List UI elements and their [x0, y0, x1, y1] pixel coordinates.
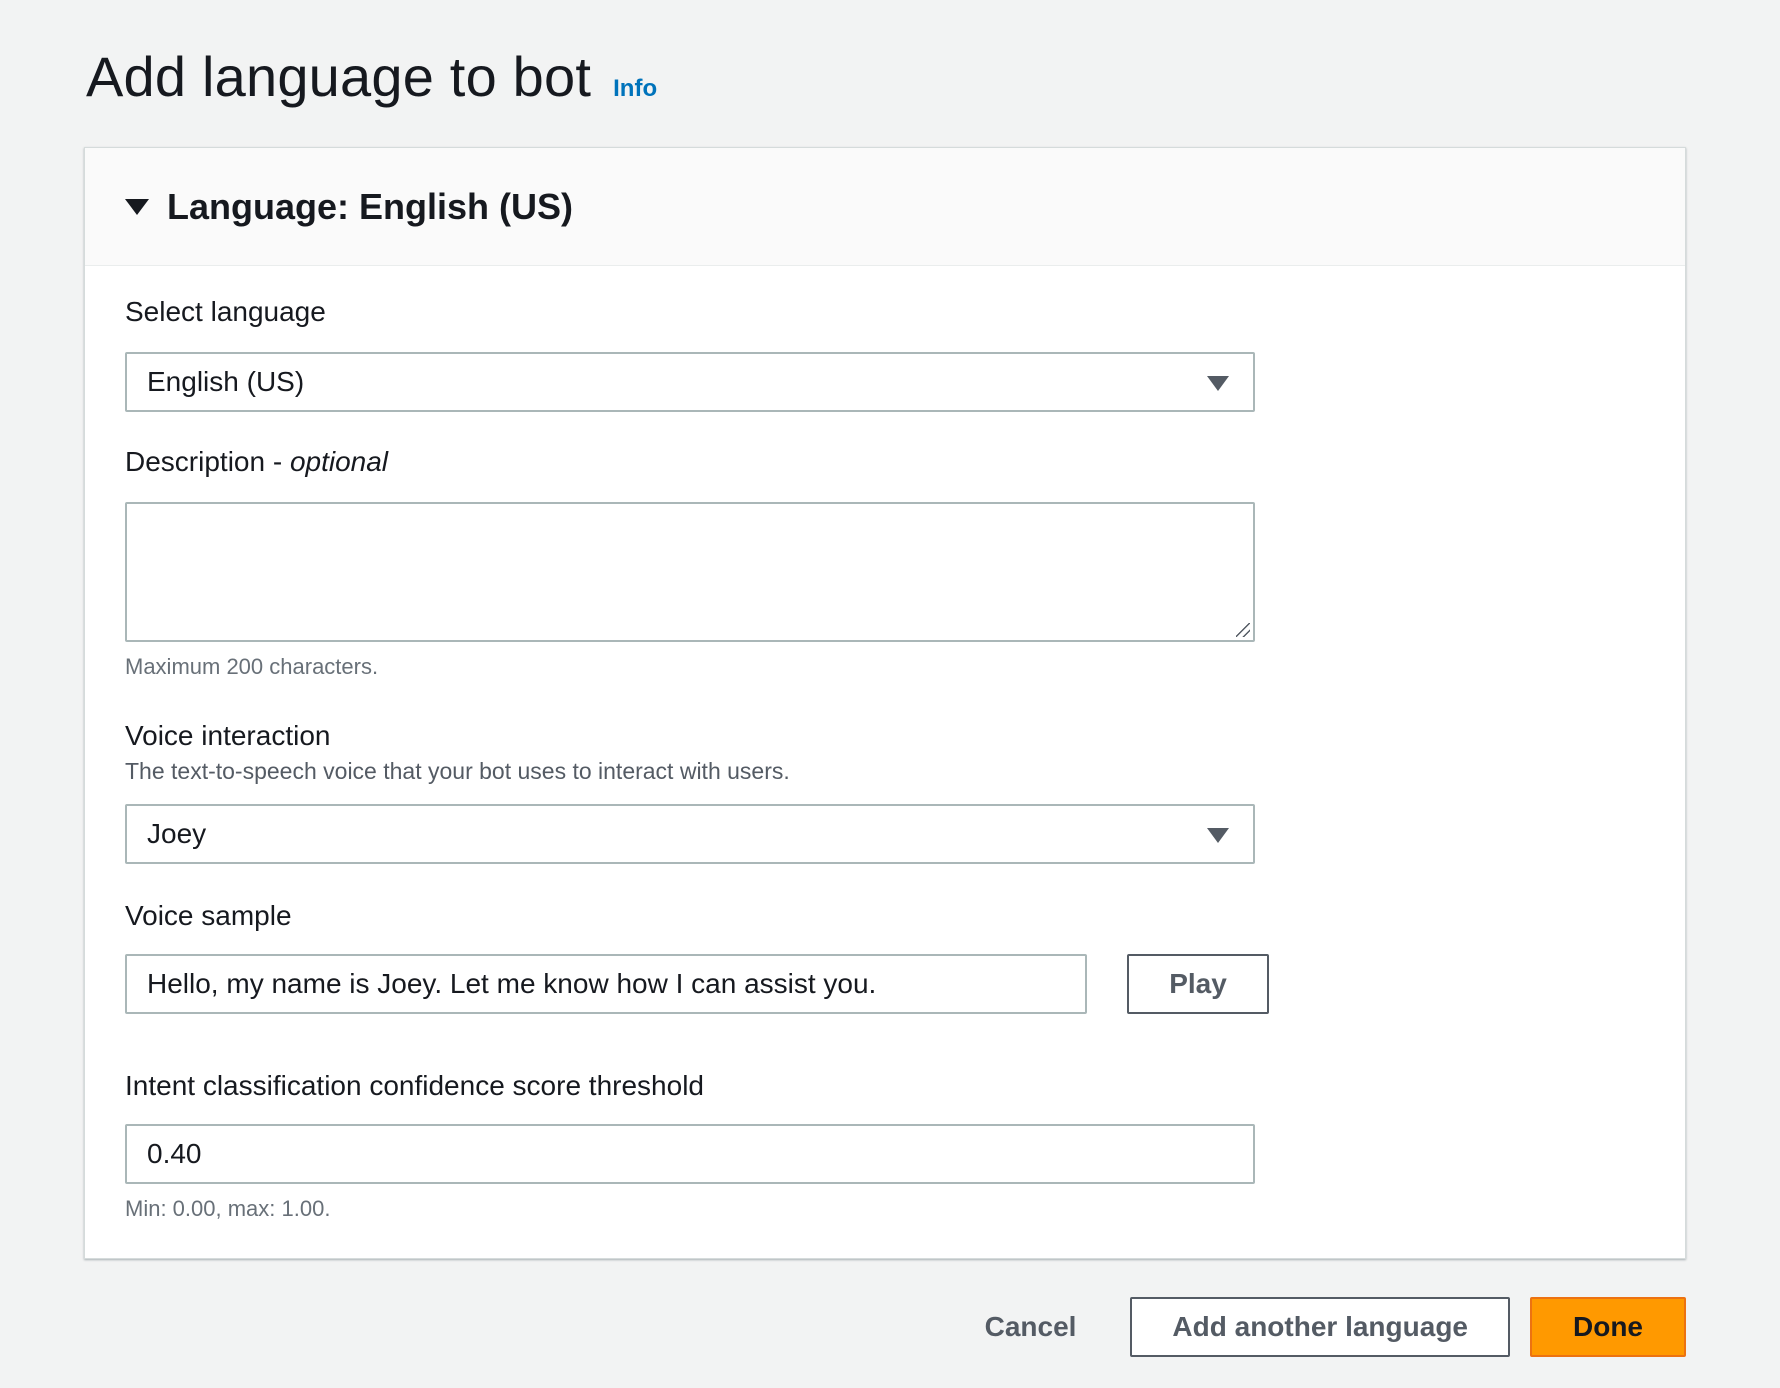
done-button[interactable]: Done: [1530, 1297, 1686, 1357]
select-language-label: Select language: [125, 296, 326, 327]
chevron-down-icon: [1207, 376, 1229, 391]
language-select-value: English (US): [147, 366, 305, 397]
voice-sample-label: Voice sample: [125, 900, 292, 931]
caret-down-icon: [125, 198, 149, 215]
description-label-text: Description -: [125, 446, 290, 477]
footer-actions: Cancel Add another language Done: [943, 1297, 1686, 1357]
voice-interaction-label: Voice interaction: [125, 720, 331, 751]
language-panel: Language: English (US) Select language E…: [84, 147, 1686, 1259]
resize-handle-icon[interactable]: [1236, 623, 1250, 637]
chevron-down-icon: [1207, 828, 1229, 843]
cancel-button[interactable]: Cancel: [943, 1297, 1119, 1357]
page-header: Add language to bot Info: [86, 44, 657, 109]
description-textarea[interactable]: [125, 502, 1255, 642]
threshold-label: Intent classification confidence score t…: [125, 1070, 704, 1101]
description-hint: Maximum 200 characters.: [125, 654, 379, 679]
language-select[interactable]: English (US): [125, 352, 1255, 412]
description-optional-text: optional: [289, 446, 389, 477]
voice-sample-value: Hello, my name is Joey. Let me know how …: [147, 968, 877, 999]
description-label: Description - optional: [125, 446, 388, 478]
page-title: Add language to bot: [86, 45, 592, 108]
language-panel-header[interactable]: Language: English (US): [85, 148, 1685, 266]
threshold-value: 0.40: [147, 1138, 202, 1169]
voice-interaction-description: The text-to-speech voice that your bot u…: [125, 758, 790, 784]
voice-select[interactable]: Joey: [125, 804, 1255, 864]
panel-title: Language: English (US): [167, 185, 574, 227]
voice-select-value: Joey: [147, 818, 207, 849]
info-link[interactable]: Info: [613, 75, 657, 103]
threshold-hint: Min: 0.00, max: 1.00.: [125, 1196, 331, 1221]
add-another-language-button[interactable]: Add another language: [1130, 1297, 1510, 1357]
threshold-input[interactable]: 0.40: [125, 1124, 1255, 1184]
voice-sample-input[interactable]: Hello, my name is Joey. Let me know how …: [125, 954, 1087, 1014]
play-button[interactable]: Play: [1127, 954, 1269, 1014]
